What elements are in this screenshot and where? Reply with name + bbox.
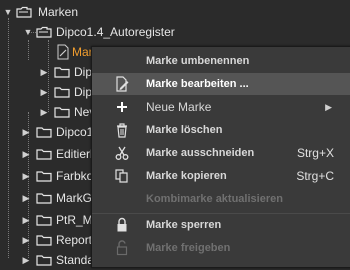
tree-item-folder[interactable]: ▶ Nev (0, 102, 96, 122)
scissors-icon (115, 146, 129, 160)
marker-folder-icon (16, 6, 32, 18)
rename-icon (114, 53, 130, 69)
expand-triangle-icon[interactable]: ▶ (20, 230, 32, 250)
menu-item-label: Marke umbenennen (146, 55, 250, 67)
folder-icon (36, 149, 52, 160)
tree-item-dipco14-autoregister[interactable]: ▼ Dipco1.4_Autoregister (0, 22, 200, 42)
tree-item-label: Marken (38, 5, 79, 19)
menu-item-update-combimarker: Kombimarke aktualisieren (92, 188, 350, 210)
context-menu: Marke umbenennen Marke bearbeiten ... Ne… (91, 46, 350, 268)
tree-item-label: Standa (56, 253, 95, 267)
folder-icon (54, 67, 70, 78)
tree-item-folder[interactable]: ▶ Report (0, 230, 93, 250)
shortcut-label: Strg+C (296, 169, 334, 183)
tree-item-label: Dipco1.4_Autoregister (56, 25, 175, 39)
folder-icon (36, 193, 52, 204)
folder-icon (36, 215, 52, 226)
menu-item-cut[interactable]: Marke ausschneiden Strg+X (92, 142, 350, 164)
expand-triangle-icon[interactable]: ▶ (38, 102, 50, 122)
menu-item-label: Kombimarke aktualisieren (146, 193, 283, 205)
expand-triangle-icon[interactable]: ▶ (20, 210, 32, 230)
menu-item-label: Marke bearbeiten ... (146, 78, 249, 90)
menu-item-label: Marke kopieren (146, 170, 227, 182)
shortcut-label: Strg+X (296, 146, 334, 160)
menu-item-unlock: Marke freigeben (92, 237, 350, 259)
trash-icon (117, 123, 127, 138)
tree-item-folder[interactable]: ▶ MarkGr (0, 188, 96, 208)
folder-icon (54, 87, 70, 98)
expand-triangle-icon[interactable]: ▶ (20, 188, 32, 208)
copy-icon (115, 169, 128, 183)
plus-icon (117, 102, 127, 112)
menu-item-label: Marke freigeben (146, 242, 231, 254)
unlock-icon (116, 240, 128, 256)
marker-folder-icon (36, 26, 52, 38)
tree-item-folder[interactable]: ▶ PtR_Ma (0, 210, 100, 230)
edit-document-icon (116, 76, 129, 92)
tree-item-folder[interactable]: ▶ Dipc (0, 62, 98, 82)
marker-document-icon (57, 44, 69, 60)
menu-item-label: Neue Marke (146, 100, 212, 114)
tree-item-label: Farbko (56, 169, 94, 183)
folder-icon (54, 107, 70, 118)
menu-item-new-marker[interactable]: Neue Marke ▶ (92, 96, 350, 118)
tree-item-label: Report (56, 233, 93, 247)
menu-item-edit[interactable]: Marke bearbeiten ... (92, 73, 350, 95)
menu-item-label: Marke sperren (146, 219, 222, 231)
lock-icon (117, 217, 127, 232)
tree-item-label: MarkGr (56, 191, 96, 205)
collapse-triangle-icon[interactable]: ▼ (2, 2, 14, 22)
expand-triangle-icon[interactable]: ▶ (20, 250, 32, 270)
tree-item-folder[interactable]: ▶ Farbko (0, 166, 94, 186)
menu-item-delete[interactable]: Marke löschen (92, 119, 350, 141)
collapse-triangle-icon[interactable]: ▼ (22, 22, 34, 42)
submenu-arrow-icon: ▶ (325, 102, 332, 112)
tree-item-folder[interactable]: ▶ Dipc (0, 82, 98, 102)
tree-item-folder[interactable]: ▶ Standa (0, 250, 95, 270)
expand-triangle-icon[interactable]: ▶ (20, 166, 32, 186)
tree-item-folder[interactable]: ▶ Editierb (0, 144, 97, 164)
menu-item-rename[interactable]: Marke umbenennen (92, 50, 350, 72)
expand-triangle-icon[interactable]: ▶ (20, 122, 32, 142)
folder-icon (36, 255, 52, 266)
expand-triangle-icon[interactable]: ▶ (20, 144, 32, 164)
folder-icon (36, 235, 52, 246)
menu-item-lock[interactable]: Marke sperren (92, 214, 350, 236)
tree-item-marken[interactable]: ▼ Marken (0, 2, 120, 22)
expand-triangle-icon[interactable]: ▶ (38, 62, 50, 82)
tree-item-label: Dipco1 (56, 125, 94, 139)
expand-triangle-icon[interactable]: ▶ (38, 82, 50, 102)
menu-item-copy[interactable]: Marke kopieren Strg+C (92, 165, 350, 187)
tree-item-folder[interactable]: ▶ Dipco1 (0, 122, 94, 142)
menu-item-label: Marke ausschneiden (146, 147, 255, 159)
menu-item-label: Marke löschen (146, 124, 223, 136)
folder-icon (36, 127, 52, 138)
folder-icon (36, 171, 52, 182)
tree-item-marke[interactable]: Marke (0, 42, 105, 62)
